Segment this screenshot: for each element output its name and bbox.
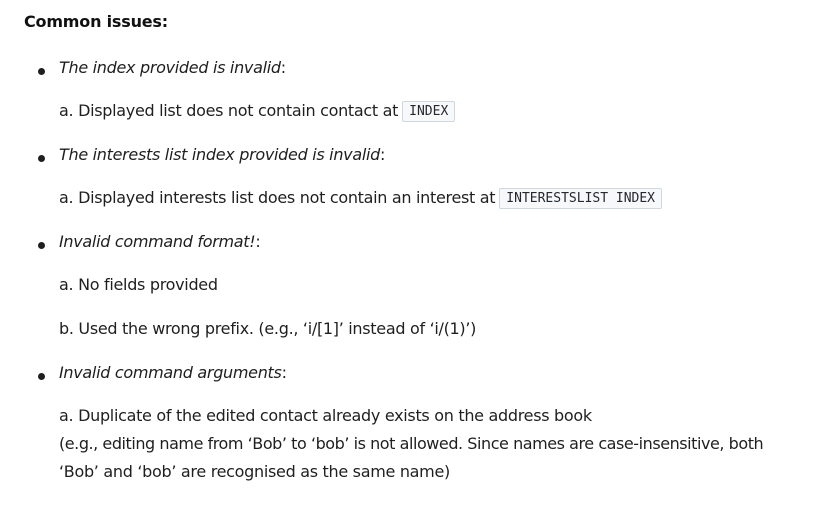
issue-detail-text: a. Displayed interests list does not con…	[59, 188, 496, 207]
inline-code: INDEX	[402, 101, 456, 122]
issue-title: The index provided is invalid:	[59, 58, 286, 77]
issue-title-colon: :	[281, 363, 287, 382]
issue-title-text: The index provided is invalid	[59, 58, 281, 77]
bullet-icon	[38, 68, 45, 75]
inline-code: INTERESTSLIST INDEX	[499, 188, 663, 209]
issue-title: Invalid command format!:	[59, 232, 261, 251]
issue-title-text: The interests list index provided is inv…	[59, 145, 380, 164]
issue-title-text: Invalid command arguments	[59, 363, 282, 382]
issue-title-text: Invalid command format!	[59, 232, 256, 251]
issue-title: The interests list index provided is inv…	[59, 145, 385, 164]
issue-detail: a. Displayed interests list does not con…	[59, 188, 663, 209]
issue-detail: b. Used the wrong prefix. (e.g., ‘i/[1]’…	[59, 319, 477, 338]
issue-title-colon: :	[255, 232, 261, 251]
issue-detail: a. Duplicate of the edited contact alrea…	[59, 406, 592, 425]
section-heading: Common issues:	[24, 12, 168, 31]
issue-detail-text: a. Displayed list does not contain conta…	[59, 101, 399, 120]
issue-detail: a. Displayed list does not contain conta…	[59, 101, 456, 122]
issue-title: Invalid command arguments:	[59, 363, 287, 382]
bullet-icon	[38, 242, 45, 249]
issue-title-colon: :	[280, 58, 286, 77]
issue-detail: a. No fields provided	[59, 275, 218, 294]
bullet-icon	[38, 155, 45, 162]
issue-detail-continuation: (e.g., editing name from ‘Bob’ to ‘bob’ …	[59, 434, 764, 453]
issue-detail-continuation: ‘Bob’ and ‘bob’ are recognised as the sa…	[59, 462, 450, 481]
bullet-icon	[38, 373, 45, 380]
issue-title-colon: :	[379, 145, 386, 164]
